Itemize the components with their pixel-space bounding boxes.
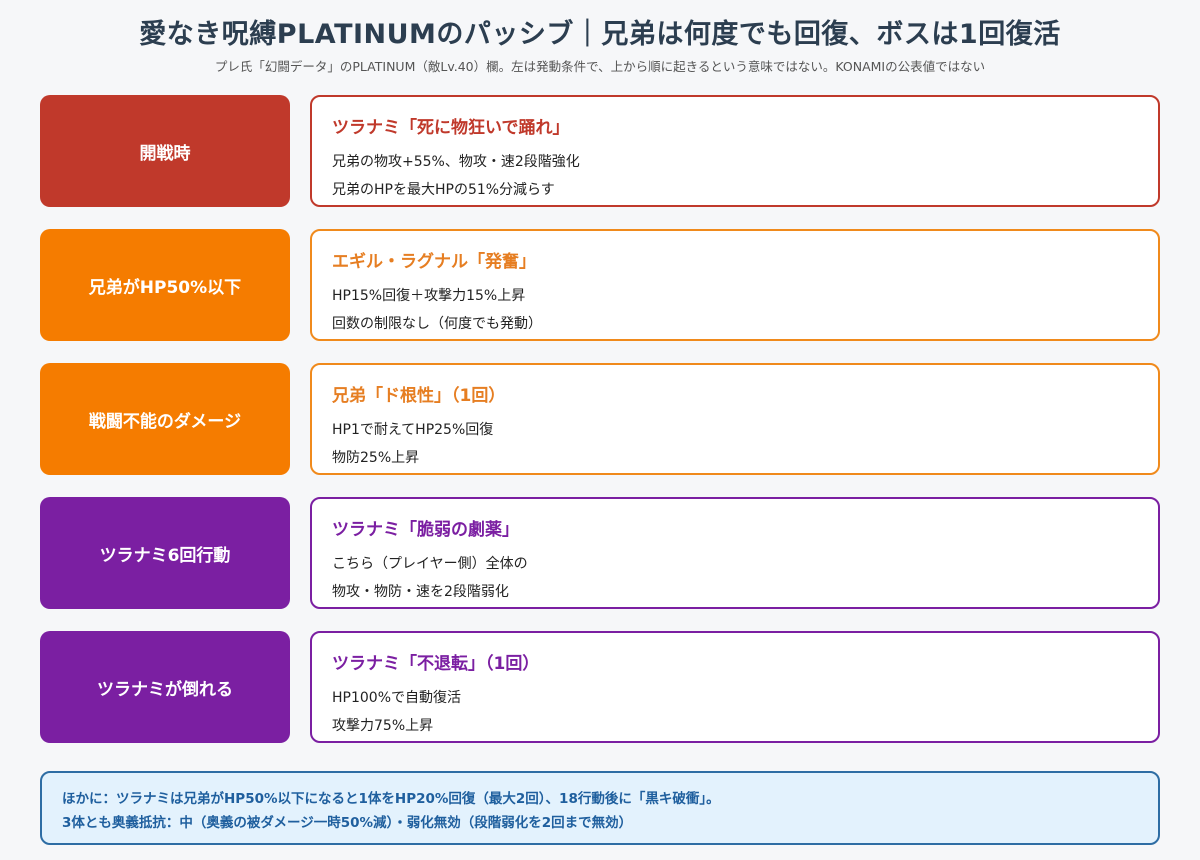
effect-card: ツラナミ「死に物狂いで踊れ」 兄弟の物攻+55%、物攻・速2段階強化 兄弟のHP… [310,95,1160,207]
effect-line: こちら（プレイヤー側）全体の [332,556,528,572]
condition-box: ツラナミが倒れる [40,631,290,743]
page-subtitle: プレ氏「幻闘データ」のPLATINUM（敵Lv.40）欄。左は発動条件で、上から… [214,59,986,74]
passive-row-six-actions: ツラナミ6回行動 ツラナミ「脆弱の劇薬」 こちら（プレイヤー側）全体の 物攻・物… [40,497,1160,609]
page-title: 愛なき呪縛PLATINUMのパッシブ｜兄弟は何度でも回復、ボスは1回復活 [139,19,1061,50]
effect-line: HP1で耐えてHP25%回復 [332,422,494,438]
effect-card: 兄弟「ド根性」（1回） HP1で耐えてHP25%回復 物防25%上昇 [310,363,1160,475]
condition-box: 戦闘不能のダメージ [40,363,290,475]
passive-row-lethal-damage: 戦闘不能のダメージ 兄弟「ド根性」（1回） HP1で耐えてHP25%回復 物防2… [40,363,1160,475]
passive-row-brothers-low-hp: 兄弟がHP50%以下 エギル・ラグナル「発奮」 HP15%回復＋攻撃力15%上昇… [40,229,1160,341]
effect-card: ツラナミ「不退転」（1回） HP100%で自動復活 攻撃力75%上昇 [310,631,1160,743]
note-box: ほかに：ツラナミは兄弟がHP50%以下になると1体をHP20%回復（最大2回）、… [40,771,1160,845]
effect-card: ツラナミ「脆弱の劇薬」 こちら（プレイヤー側）全体の 物攻・物防・速を2段階弱化 [310,497,1160,609]
effect-card: エギル・ラグナル「発奮」 HP15%回復＋攻撃力15%上昇 回数の制限なし（何度… [310,229,1160,341]
effect-title: エギル・ラグナル「発奮」 [332,252,536,272]
passive-row-boss-defeated: ツラナミが倒れる ツラナミ「不退転」（1回） HP100%で自動復活 攻撃力75… [40,631,1160,743]
passive-row-battle-start: 開戦時 ツラナミ「死に物狂いで踊れ」 兄弟の物攻+55%、物攻・速2段階強化 兄… [40,95,1160,207]
effect-line: 物攻・物防・速を2段階弱化 [332,584,509,600]
note-line: 3体とも奥義抵抗：中（奥義の被ダメージ一時50%減）・弱化無効（段階弱化を2回ま… [62,815,633,831]
effect-title: ツラナミ「不退転」（1回） [332,654,540,674]
condition-box: ツラナミ6回行動 [40,497,290,609]
note-line: ほかに：ツラナミは兄弟がHP50%以下になると1体をHP20%回復（最大2回）、… [62,791,720,807]
condition-box: 兄弟がHP50%以下 [40,229,290,341]
effect-line: HP100%で自動復活 [332,690,461,706]
effect-line: 回数の制限なし（何度でも発動） [332,316,542,332]
effect-title: ツラナミ「死に物狂いで踊れ」 [332,118,570,138]
effect-title: 兄弟「ド根性」（1回） [332,386,506,406]
passive-rows: 開戦時 ツラナミ「死に物狂いで踊れ」 兄弟の物攻+55%、物攻・速2段階強化 兄… [40,95,1160,765]
condition-box: 開戦時 [40,95,290,207]
effect-line: 物防25%上昇 [332,450,420,466]
effect-line: 攻撃力75%上昇 [332,718,434,734]
effect-line: HP15%回復＋攻撃力15%上昇 [332,288,526,304]
effect-line: 兄弟の物攻+55%、物攻・速2段階強化 [332,154,580,170]
effect-title: ツラナミ「脆弱の劇薬」 [332,520,519,540]
page: 愛なき呪縛PLATINUMのパッシブ｜兄弟は何度でも回復、ボスは1回復活 プレ氏… [0,0,1200,860]
effect-line: 兄弟のHPを最大HPの51%分減らす [332,182,555,198]
